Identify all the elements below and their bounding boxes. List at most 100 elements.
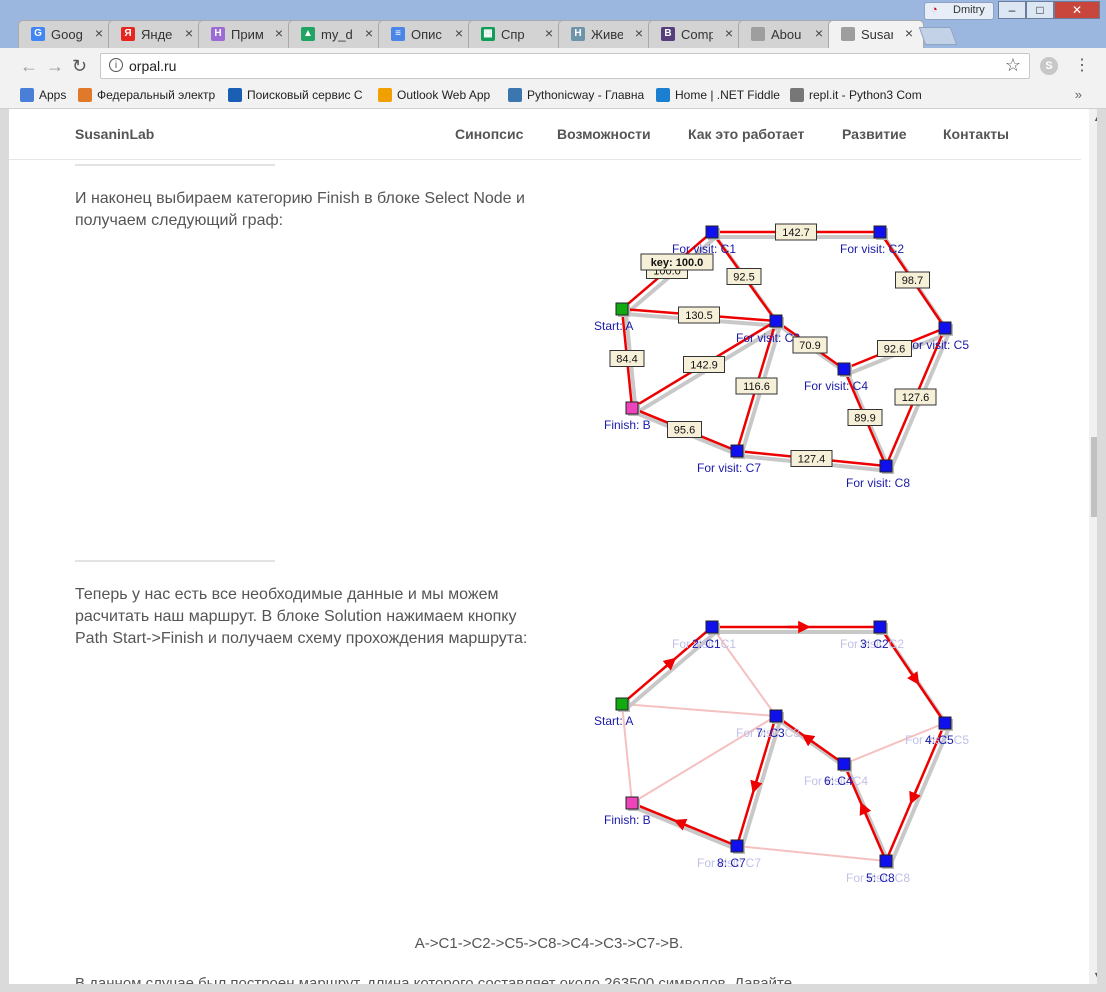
scrollbar-thumb[interactable] xyxy=(1091,437,1097,517)
close-window-button[interactable]: ✕ xyxy=(1054,1,1100,19)
browser-tab[interactable]: H Живе × xyxy=(558,20,654,48)
repl-icon xyxy=(790,88,804,102)
graph-node[interactable] xyxy=(879,459,893,473)
edge-weight-label: 127.6 xyxy=(894,388,937,406)
graph-node[interactable] xyxy=(873,225,887,239)
bookmark-item[interactable]: Поисковый сервис С xyxy=(228,88,363,102)
bookmarks-more[interactable]: » xyxy=(1075,87,1082,102)
close-tab-icon[interactable]: × xyxy=(905,25,913,41)
address-bar[interactable]: i orpal.ru ☆ xyxy=(100,53,1030,79)
browser-tab[interactable]: G Goog × xyxy=(18,20,114,48)
edge-weight-label: 130.5 xyxy=(678,306,720,324)
bookmark-label: Поисковый сервис С xyxy=(247,88,363,102)
close-tab-icon[interactable]: × xyxy=(815,25,823,41)
browser-tab[interactable]: ▦ Спр × xyxy=(468,20,564,48)
browser-window: G Goog × Я Яндe × H Прим × ▲ my_d × ≡ Опис × ▦ Спр × H Живе… xyxy=(0,0,1106,992)
bookmark-item[interactable]: Outlook Web App xyxy=(378,88,490,102)
graph-node[interactable] xyxy=(938,321,952,335)
graph-node[interactable] xyxy=(705,225,719,239)
info-icon[interactable]: i xyxy=(109,58,123,72)
graph-node[interactable] xyxy=(705,620,719,634)
page-viewport: SusaninLab Синопсис Возможности Как это … xyxy=(9,109,1097,984)
bookmark-item[interactable]: repl.it - Python3 Com xyxy=(790,88,922,102)
close-tab-icon[interactable]: × xyxy=(95,25,103,41)
graph-node[interactable] xyxy=(615,697,629,711)
weight-text: 130.5 xyxy=(685,310,713,322)
graph-node[interactable] xyxy=(769,709,783,723)
close-tab-icon[interactable]: × xyxy=(635,25,643,41)
docs-icon: ≡ xyxy=(391,27,405,41)
reload-icon[interactable]: ↻ xyxy=(72,56,87,77)
weight-text: 142.9 xyxy=(690,360,718,372)
nav-contacts[interactable]: Контакты xyxy=(943,126,1009,142)
edge-weight-label: 89.9 xyxy=(847,409,883,426)
graph-node[interactable] xyxy=(615,302,629,316)
forward-icon[interactable]: → xyxy=(46,56,64,77)
back-icon[interactable]: ← xyxy=(20,56,38,77)
edge-shadow xyxy=(635,806,742,853)
bookmark-item[interactable]: Home | .NET Fiddle xyxy=(656,88,780,102)
graph-node[interactable] xyxy=(837,362,851,376)
edge-shadow xyxy=(888,727,951,867)
node-order-label: 5: C8 xyxy=(866,871,895,885)
graph-node[interactable] xyxy=(730,444,744,458)
tab-title: Опис xyxy=(411,27,442,42)
graph-node[interactable] xyxy=(625,796,639,810)
scroll-up-icon[interactable]: ▲ xyxy=(1093,113,1097,123)
bookmark-item[interactable]: Pythonicway - Главна xyxy=(508,88,644,102)
outlook-icon xyxy=(378,88,392,102)
skype-extension-icon[interactable]: S xyxy=(1040,57,1058,75)
bookmark-item[interactable]: Федеральный электр xyxy=(78,88,215,102)
close-tab-icon[interactable]: × xyxy=(185,25,193,41)
weight-text: 95.6 xyxy=(674,425,695,437)
maximize-button[interactable]: □ xyxy=(1026,1,1054,19)
graph-node[interactable] xyxy=(873,620,887,634)
tab-strip: G Goog × Я Яндe × H Прим × ▲ my_d × ≡ Опис × ▦ Спр × H Живе… xyxy=(0,0,1106,48)
edge-weight-label: 127.4 xyxy=(790,450,833,467)
page-scrollbar[interactable]: ▲ ▼ xyxy=(1089,109,1097,984)
browser-tab[interactable]: B Comp × xyxy=(648,20,744,48)
bookmark-label: Home | .NET Fiddle xyxy=(675,88,780,102)
browser-tab[interactable]: Susan × xyxy=(828,20,924,48)
site-brand[interactable]: SusaninLab xyxy=(75,126,154,142)
scroll-down-icon[interactable]: ▼ xyxy=(1093,970,1097,980)
browser-tab[interactable]: Я Яндe × xyxy=(108,20,204,48)
graph-node[interactable] xyxy=(625,401,639,415)
profile-icon: ◔ xyxy=(931,4,938,16)
graph-node[interactable] xyxy=(769,314,783,328)
weight-text: 89.9 xyxy=(854,413,875,425)
nav-synopsis[interactable]: Синопсис xyxy=(455,126,523,142)
minimize-button[interactable]: – xyxy=(998,1,1026,19)
graph-node[interactable] xyxy=(730,839,744,853)
nav-development[interactable]: Развитие xyxy=(842,126,907,142)
browser-tab[interactable]: ▲ my_d × xyxy=(288,20,384,48)
node-label: Finish: B xyxy=(604,813,651,827)
close-tab-icon[interactable]: × xyxy=(545,25,553,41)
browser-tab[interactable]: H Прим × xyxy=(198,20,294,48)
tab-title: Susan xyxy=(861,27,893,42)
graph-node[interactable] xyxy=(879,854,893,868)
bookmarks-bar: Apps Федеральный электр Поисковый сервис С… xyxy=(0,84,1106,109)
graph-node[interactable] xyxy=(837,757,851,771)
new-tab-button[interactable] xyxy=(918,27,958,45)
nav-features[interactable]: Возможности xyxy=(557,126,651,142)
close-tab-icon[interactable]: × xyxy=(275,25,283,41)
close-tab-icon[interactable]: × xyxy=(365,25,373,41)
close-tab-icon[interactable]: × xyxy=(455,25,463,41)
weight-text: 92.5 xyxy=(733,272,754,284)
section-divider xyxy=(75,164,275,166)
weight-text: 98.7 xyxy=(902,275,923,287)
weight-text: 127.4 xyxy=(798,454,826,466)
bookmark-item[interactable]: Apps xyxy=(20,88,66,102)
tab-title: my_d xyxy=(321,27,353,42)
edge-weight-label: 92.6 xyxy=(877,340,912,357)
bookmark-star-icon[interactable]: ☆ xyxy=(1005,55,1021,76)
section-divider xyxy=(75,560,275,562)
graph-node[interactable] xyxy=(938,716,952,730)
browser-tab[interactable]: Abou × xyxy=(738,20,834,48)
close-tab-icon[interactable]: × xyxy=(725,25,733,41)
browser-tab[interactable]: ≡ Опис × xyxy=(378,20,474,48)
menu-icon[interactable]: ⋮ xyxy=(1074,55,1090,75)
nav-how-it-works[interactable]: Как это работает xyxy=(688,126,804,142)
profile-button[interactable]: ◔ Dmitry xyxy=(924,2,994,20)
